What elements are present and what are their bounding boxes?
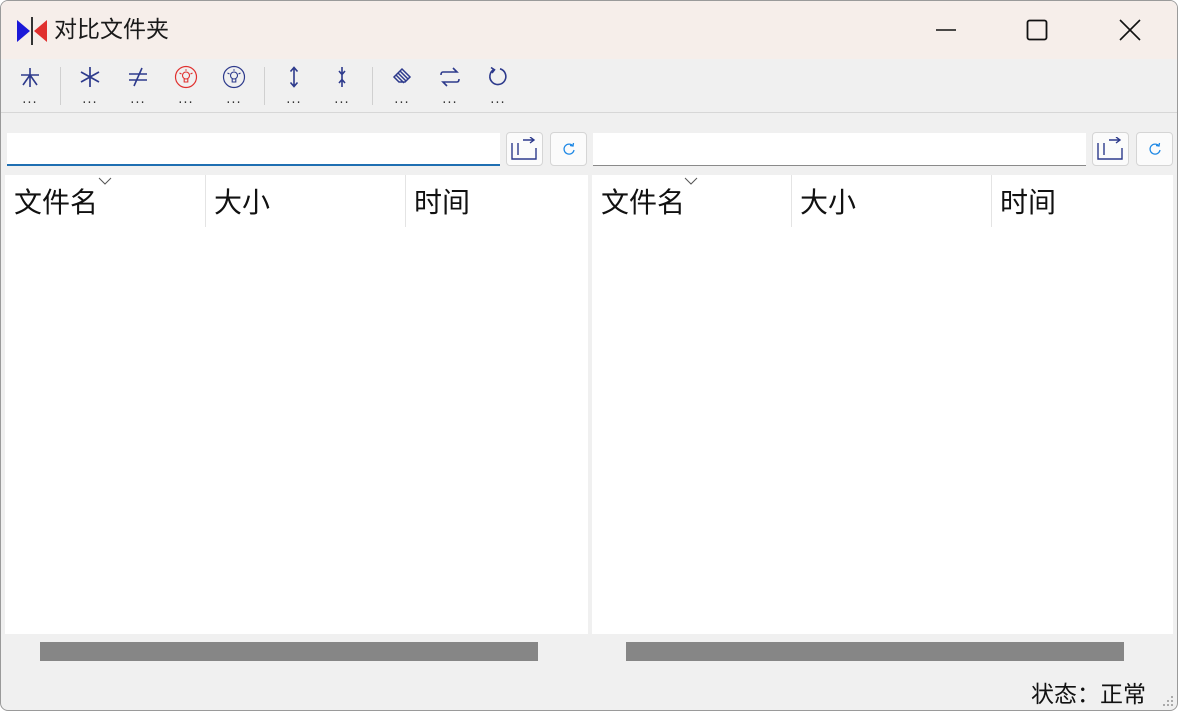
compare-arrows-icon	[17, 17, 47, 45]
right-horizontal-scrollbar[interactable]	[626, 642, 1124, 661]
toolbar-swap-button[interactable]: ...	[430, 63, 470, 109]
maximize-icon	[1026, 19, 1048, 41]
folder-open-icon	[1096, 137, 1123, 160]
left-horizontal-scrollbar[interactable]	[40, 642, 538, 661]
column-header-time[interactable]: 时间	[991, 175, 1173, 227]
more-label: ...	[82, 92, 98, 107]
maximize-button[interactable]	[991, 1, 1083, 59]
left-refresh-button[interactable]	[550, 132, 587, 166]
column-header-size[interactable]: 大小	[791, 175, 991, 227]
more-label: ...	[226, 92, 242, 107]
window-title: 对比文件夹	[54, 17, 169, 43]
right-path-input[interactable]	[593, 133, 1086, 166]
sort-descending-icon	[684, 177, 698, 185]
right-browse-button[interactable]	[1092, 132, 1129, 166]
toolbar-refresh-button[interactable]: ...	[478, 63, 518, 109]
status-text: 状态：正常	[1031, 681, 1146, 707]
more-label: ...	[334, 92, 350, 107]
more-label: ...	[286, 92, 302, 107]
close-button[interactable]	[1084, 1, 1176, 59]
expand-vertical-icon	[289, 66, 299, 88]
eraser-icon	[392, 67, 412, 84]
toolbar: ... ... ... ... ... ... ... ... ... ...	[1, 59, 1177, 113]
more-label: ...	[490, 92, 506, 107]
column-header-size[interactable]: 大小	[205, 175, 405, 227]
more-label: ...	[130, 92, 146, 107]
left-file-list[interactable]: 文件名 大小 时间	[5, 175, 588, 634]
toolbar-collapse-button[interactable]: ...	[322, 63, 362, 109]
sort-descending-icon	[98, 177, 112, 185]
more-label: ...	[442, 92, 458, 107]
toolbar-expand-button[interactable]: ...	[274, 63, 314, 109]
toolbar-separator	[264, 67, 265, 105]
refresh-icon	[489, 66, 507, 86]
lightbulb-blue-icon	[222, 65, 246, 89]
toolbar-clear-button[interactable]: ...	[382, 63, 422, 109]
toolbar-diff-button[interactable]: ...	[118, 63, 158, 109]
lightbulb-red-icon	[174, 65, 198, 89]
toolbar-highlight-left-button[interactable]: ...	[166, 63, 206, 109]
refresh-small-icon	[1148, 142, 1161, 155]
app-window: 对比文件夹 ... ... ... ... ... ... ... ... ..…	[0, 0, 1178, 711]
left-browse-button[interactable]	[506, 132, 543, 166]
close-icon	[1119, 19, 1141, 41]
minimize-button[interactable]	[900, 1, 992, 59]
toolbar-branch-button[interactable]: ...	[10, 63, 50, 109]
resize-grip-icon[interactable]	[1162, 695, 1174, 707]
collapse-vertical-icon	[338, 67, 346, 87]
more-label: ...	[22, 92, 38, 107]
asterisk-icon	[80, 67, 100, 87]
not-equal-icon	[129, 67, 147, 87]
toolbar-highlight-right-button[interactable]: ...	[214, 63, 254, 109]
toolbar-separator	[60, 67, 61, 105]
more-label: ...	[394, 92, 410, 107]
title-bar: 对比文件夹	[1, 1, 1177, 59]
toolbar-all-button[interactable]: ...	[70, 63, 110, 109]
right-file-list[interactable]: 文件名 大小 时间	[592, 175, 1173, 634]
toolbar-separator	[372, 67, 373, 105]
minimize-icon	[936, 29, 956, 31]
swap-icon	[440, 67, 460, 87]
refresh-small-icon	[562, 142, 575, 155]
column-header-time[interactable]: 时间	[405, 175, 588, 227]
more-label: ...	[178, 92, 194, 107]
branch-icon	[21, 68, 39, 87]
right-refresh-button[interactable]	[1136, 132, 1173, 166]
folder-open-icon	[510, 137, 537, 160]
left-path-input[interactable]	[7, 133, 500, 166]
